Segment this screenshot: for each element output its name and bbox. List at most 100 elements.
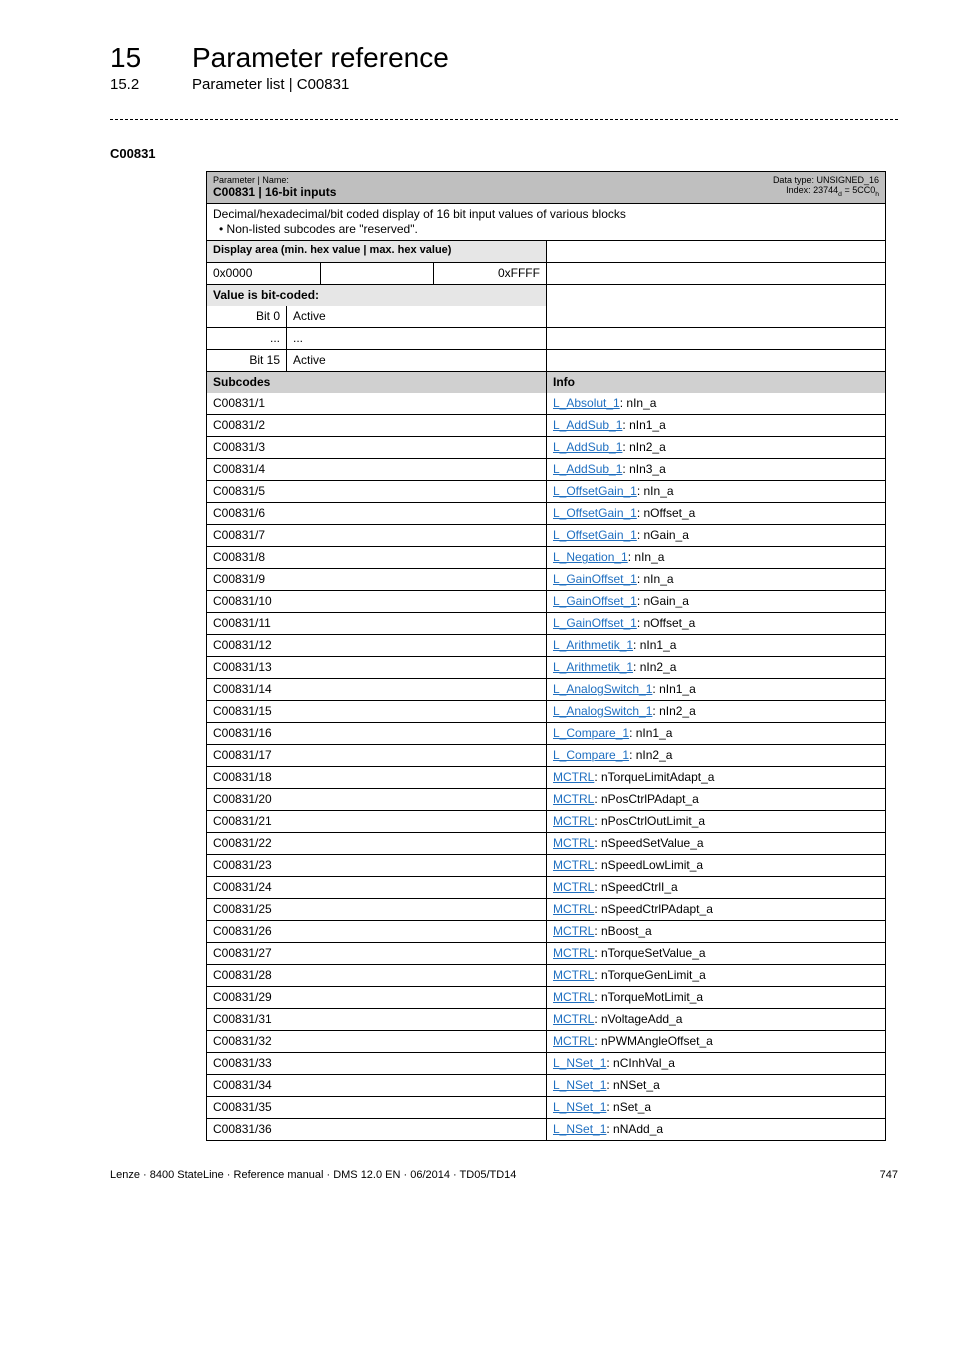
info-cell: L_Absolut_1: nIn_a (546, 393, 885, 414)
info-link[interactable]: MCTRL (553, 990, 594, 1004)
bit-value: Active (287, 306, 546, 327)
info-suffix: : nIn_a (637, 572, 674, 586)
data-type-line1: Data type: UNSIGNED_16 (688, 175, 879, 185)
subcode-cell: C00831/27 (207, 943, 546, 964)
info-cell: L_AddSub_1: nIn3_a (546, 459, 885, 480)
info-link[interactable]: L_Compare_1 (553, 726, 629, 740)
info-link[interactable]: L_OffsetGain_1 (553, 484, 637, 498)
info-link[interactable]: MCTRL (553, 880, 594, 894)
param-name-cell: Parameter | Name: C00831 | 16-bit inputs (207, 172, 682, 203)
info-link[interactable]: MCTRL (553, 836, 594, 850)
info-link[interactable]: MCTRL (553, 814, 594, 828)
info-link[interactable]: L_Arithmetik_1 (553, 638, 633, 652)
info-link[interactable]: L_OffsetGain_1 (553, 506, 637, 520)
display-area-mid (320, 263, 433, 284)
info-link[interactable]: L_NSet_1 (553, 1100, 606, 1114)
subcode-cell: C00831/26 (207, 921, 546, 942)
info-link[interactable]: MCTRL (553, 858, 594, 872)
data-type-line2: Index: 23744d = 5CC0h (688, 185, 879, 199)
info-cell: MCTRL: nTorqueSetValue_a (546, 943, 885, 964)
info-cell: MCTRL: nPosCtrlPAdapt_a (546, 789, 885, 810)
info-suffix: : nIn2_a (652, 704, 695, 718)
subcode-cell: C00831/34 (207, 1075, 546, 1096)
info-cell: MCTRL: nTorqueMotLimit_a (546, 987, 885, 1008)
info-suffix: : nSet_a (606, 1100, 651, 1114)
info-suffix: : nNSet_a (606, 1078, 659, 1092)
subcode-cell: C00831/29 (207, 987, 546, 1008)
subcode-cell: C00831/4 (207, 459, 546, 480)
subcode-cell: C00831/16 (207, 723, 546, 744)
display-area-empty-right2 (546, 263, 885, 284)
info-suffix: : nPWMAngleOffset_a (594, 1034, 713, 1048)
info-link[interactable]: L_AddSub_1 (553, 418, 622, 432)
info-link[interactable]: L_AnalogSwitch_1 (553, 682, 652, 696)
info-suffix: : nSpeedCtrlI_a (594, 880, 677, 894)
info-link[interactable]: L_AddSub_1 (553, 440, 622, 454)
code-label: C00831 (110, 146, 898, 161)
info-suffix: : nIn2_a (633, 660, 676, 674)
info-suffix: : nIn1_a (652, 682, 695, 696)
info-suffix: : nIn1_a (622, 418, 665, 432)
subcode-cell: C00831/3 (207, 437, 546, 458)
info-suffix: : nSpeedLowLimit_a (594, 858, 703, 872)
info-suffix: : nIn3_a (622, 462, 665, 476)
info-cell: L_AddSub_1: nIn1_a (546, 415, 885, 436)
info-cell: L_Compare_1: nIn1_a (546, 723, 885, 744)
bit-empty-right (546, 328, 885, 349)
info-cell: MCTRL: nPWMAngleOffset_a (546, 1031, 885, 1052)
info-suffix: : nIn_a (620, 396, 657, 410)
footer-right: 747 (880, 1169, 898, 1181)
info-link[interactable]: MCTRL (553, 968, 594, 982)
info-suffix: : nTorqueGenLimit_a (594, 968, 705, 982)
info-link[interactable]: MCTRL (553, 1012, 594, 1026)
info-link[interactable]: MCTRL (553, 924, 594, 938)
info-suffix: : nPosCtrlOutLimit_a (594, 814, 705, 828)
info-link[interactable]: MCTRL (553, 902, 594, 916)
info-link[interactable]: L_NSet_1 (553, 1078, 606, 1092)
info-cell: L_NSet_1: nSet_a (546, 1097, 885, 1118)
info-suffix: : nBoost_a (594, 924, 651, 938)
param-name-value: C00831 | 16-bit inputs (213, 185, 676, 200)
bit-empty-right (546, 350, 885, 371)
subcodes-header-right: Info (546, 372, 885, 393)
info-link[interactable]: L_AnalogSwitch_1 (553, 704, 652, 718)
section-number: 15 (110, 42, 164, 74)
subcode-cell: C00831/24 (207, 877, 546, 898)
subcode-cell: C00831/1 (207, 393, 546, 414)
info-cell: L_NSet_1: nNSet_a (546, 1075, 885, 1096)
bit-value: Active (287, 350, 546, 371)
info-link[interactable]: MCTRL (553, 770, 594, 784)
info-suffix: : nTorqueMotLimit_a (594, 990, 703, 1004)
info-suffix: : nTorqueSetValue_a (594, 946, 705, 960)
info-cell: L_Negation_1: nIn_a (546, 547, 885, 568)
info-cell: MCTRL: nVoltageAdd_a (546, 1009, 885, 1030)
subcode-cell: C00831/7 (207, 525, 546, 546)
info-link[interactable]: L_GainOffset_1 (553, 616, 637, 630)
subcode-cell: C00831/17 (207, 745, 546, 766)
info-suffix: : nIn1_a (629, 726, 672, 740)
info-link[interactable]: L_OffsetGain_1 (553, 528, 637, 542)
display-area-label: Display area (min. hex value | max. hex … (207, 241, 546, 262)
info-link[interactable]: L_GainOffset_1 (553, 594, 637, 608)
info-link[interactable]: L_NSet_1 (553, 1122, 606, 1136)
info-link[interactable]: L_Compare_1 (553, 748, 629, 762)
parameter-table: Parameter | Name: C00831 | 16-bit inputs… (206, 171, 886, 1141)
info-link[interactable]: MCTRL (553, 946, 594, 960)
info-link[interactable]: MCTRL (553, 792, 594, 806)
info-link[interactable]: L_Absolut_1 (553, 396, 620, 410)
info-link[interactable]: MCTRL (553, 1034, 594, 1048)
info-link[interactable]: L_NSet_1 (553, 1056, 606, 1070)
subcode-cell: C00831/32 (207, 1031, 546, 1052)
info-link[interactable]: L_Arithmetik_1 (553, 660, 633, 674)
subcode-cell: C00831/13 (207, 657, 546, 678)
info-suffix: : nVoltageAdd_a (594, 1012, 682, 1026)
info-link[interactable]: L_AddSub_1 (553, 462, 622, 476)
subcode-cell: C00831/14 (207, 679, 546, 700)
info-link[interactable]: L_GainOffset_1 (553, 572, 637, 586)
bit-label: ... (207, 328, 287, 349)
info-link[interactable]: L_Negation_1 (553, 550, 628, 564)
value-bit-coded-empty-right (546, 285, 885, 306)
bit-value: ... (287, 328, 546, 349)
description-cell: Decimal/hexadecimal/bit coded display of… (207, 204, 885, 240)
subcode-cell: C00831/36 (207, 1119, 546, 1140)
